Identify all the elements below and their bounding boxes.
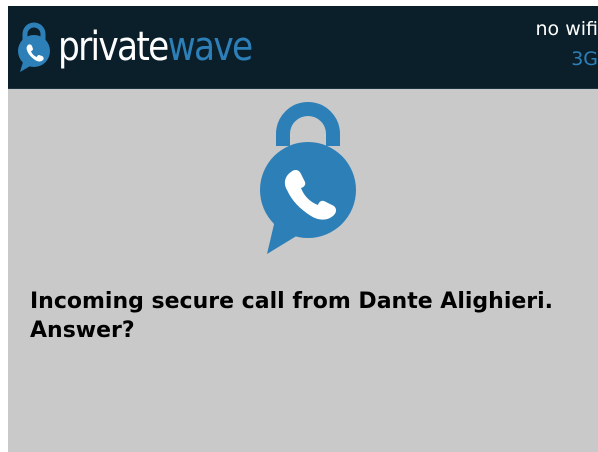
brand-name-wave: wave <box>167 24 254 70</box>
brand-name: privatewave <box>58 16 254 78</box>
brand-name-private: private <box>58 24 169 70</box>
app-header: privatewave no wifi 3G <box>8 6 598 89</box>
wifi-status: no wifi <box>535 18 598 40</box>
secure-call-lock-icon <box>260 102 356 254</box>
lock-chat-icon <box>18 22 50 72</box>
connection-status: no wifi 3G <box>536 14 598 74</box>
screen: privatewave no wifi 3G Incoming secure c… <box>8 6 598 452</box>
network-status: 3G <box>571 48 598 70</box>
incoming-call-prompt: Incoming secure call from Dante Alighier… <box>30 289 554 343</box>
brand-logo: privatewave <box>14 16 283 78</box>
